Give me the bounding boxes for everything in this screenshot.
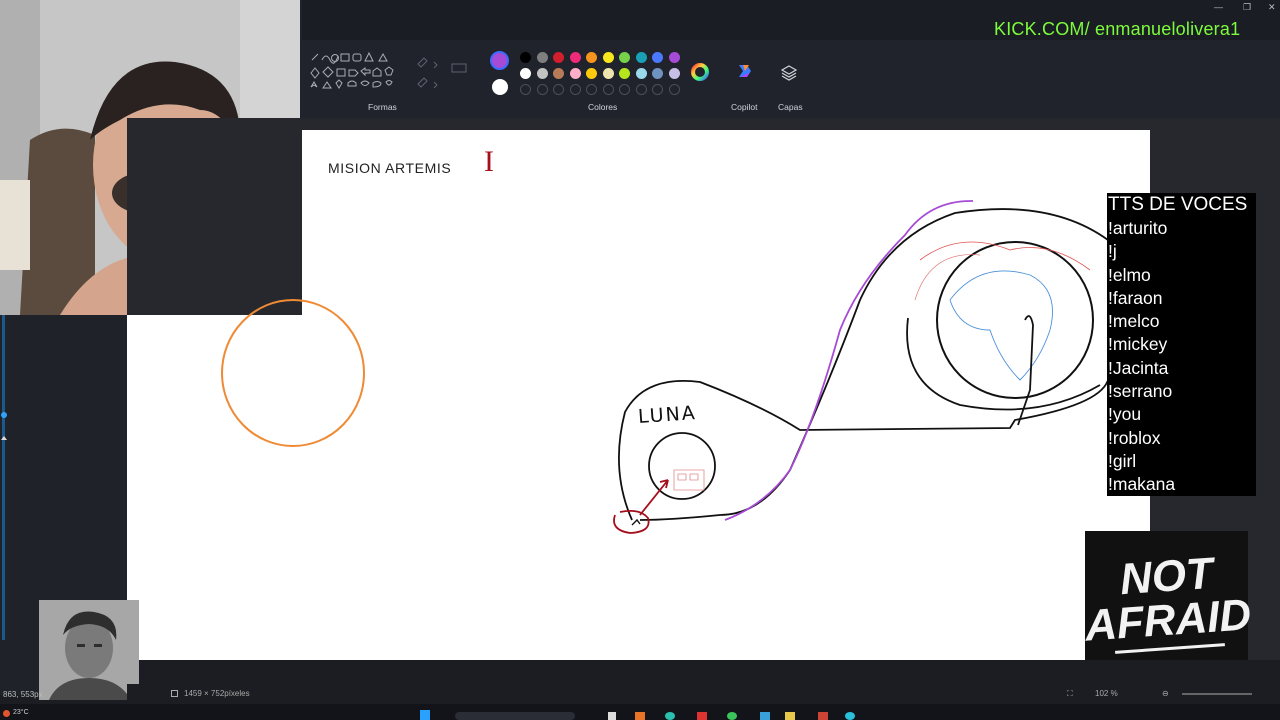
kick-url-overlay: KICK.COM/ enmanuelolivera1 <box>994 19 1241 39</box>
folder-icon[interactable] <box>785 712 795 720</box>
colors-group-label: Colores <box>588 102 618 112</box>
tts-title: TTS DE VOCES <box>1108 194 1248 215</box>
chrome-icon[interactable] <box>727 712 737 720</box>
color-swatch[interactable] <box>619 52 630 63</box>
color-swatch[interactable] <box>668 84 680 95</box>
copilot-icon[interactable] <box>735 61 755 81</box>
status-bar: 1459 × 752píxeles ⛶ 102 % ⊖ <box>127 684 1280 704</box>
weather: 23°C <box>13 709 29 716</box>
shapes-gallery[interactable] <box>306 50 406 98</box>
color-swatch[interactable] <box>553 84 564 95</box>
minimize-icon[interactable]: — <box>1214 2 1223 12</box>
mission-title-text: MISION ARTEMIS <box>328 160 452 176</box>
color-swatch[interactable] <box>635 68 647 79</box>
tts-command: !roblox <box>1108 427 1161 448</box>
mission-numeral: I <box>484 145 494 178</box>
color-swatch[interactable] <box>536 68 548 79</box>
color-swatch[interactable] <box>652 68 663 79</box>
weather-icon <box>3 710 10 717</box>
start-icon[interactable] <box>420 710 430 720</box>
mission-title: MISION ARTEMIS <box>328 160 451 176</box>
outline-fill-options[interactable] <box>414 54 474 94</box>
color-swatch[interactable] <box>536 52 548 63</box>
tts-command: !serrano <box>1108 381 1173 402</box>
fit-icon[interactable]: ⛶ <box>1067 689 1073 699</box>
color-swatch[interactable] <box>553 52 564 63</box>
color-swatch[interactable] <box>635 84 647 95</box>
color-swatch[interactable] <box>553 68 564 79</box>
canvas-size: 1459 × 752píxeles <box>184 689 250 698</box>
layers-icon[interactable] <box>781 65 797 81</box>
color-swatch[interactable] <box>668 68 680 79</box>
color-swatch[interactable] <box>520 52 531 63</box>
paint-icon[interactable] <box>845 712 855 720</box>
color-swatch[interactable] <box>635 52 647 63</box>
edge-icon[interactable] <box>665 712 675 720</box>
layers-group-label: Capas <box>778 102 803 112</box>
tts-command: !Jacinta <box>1108 357 1169 378</box>
avatar <box>39 600 139 700</box>
close-icon[interactable]: ✕ <box>1268 2 1276 13</box>
color-swatch[interactable] <box>569 68 581 79</box>
color-swatch[interactable] <box>652 52 663 63</box>
tts-command: !makana <box>1108 474 1176 495</box>
app-icon[interactable] <box>635 712 645 720</box>
tts-command: !melco <box>1108 311 1160 332</box>
primary-color-swatch[interactable] <box>490 51 509 70</box>
color-swatch[interactable] <box>520 84 531 95</box>
color-wheel-icon[interactable] <box>691 63 709 81</box>
color-swatch[interactable] <box>619 84 630 95</box>
tts-voices-panel: TTS DE VOCES !arturito !j !elmo !faraon … <box>1107 193 1256 496</box>
tts-command: !girl <box>1108 450 1137 471</box>
taskbar: 23°C <box>0 704 1280 720</box>
color-swatch[interactable] <box>536 84 548 95</box>
color-swatch[interactable] <box>569 84 581 95</box>
color-swatch[interactable] <box>602 68 614 79</box>
shapes-icon-grid[interactable] <box>306 50 406 98</box>
canvas-size-icon <box>171 690 178 697</box>
color-swatch[interactable] <box>586 52 597 63</box>
luna-label: LUNA <box>637 401 698 429</box>
drawing-canvas[interactable] <box>302 130 1150 660</box>
shapes-group-label: Formas <box>368 102 397 112</box>
not-afraid-badge: NOT AFRAID <box>1083 531 1253 660</box>
maximize-icon[interactable]: ❐ <box>1243 2 1251 13</box>
zoom-slider[interactable] <box>1182 693 1252 695</box>
tts-command: !elmo <box>1108 264 1151 285</box>
color-swatch[interactable] <box>569 52 581 63</box>
badge-line-2: AFRAID <box>1083 590 1253 651</box>
color-swatch[interactable] <box>619 68 630 79</box>
zoom-level[interactable]: 102 % <box>1095 689 1118 698</box>
color-swatch[interactable] <box>602 52 614 63</box>
color-swatch[interactable] <box>602 84 614 95</box>
app-icon[interactable] <box>760 712 770 720</box>
color-swatch[interactable] <box>668 52 680 63</box>
taskbar-search[interactable] <box>455 712 575 720</box>
color-swatch[interactable] <box>652 84 663 95</box>
secondary-color-swatch[interactable] <box>492 79 508 95</box>
color-swatch[interactable] <box>520 68 531 79</box>
taskview-icon[interactable] <box>608 712 616 720</box>
cursor-position: 863, 553px <box>3 690 43 699</box>
tts-command: !j <box>1108 241 1117 262</box>
scroll-track[interactable] <box>2 315 5 640</box>
zoom-out-icon[interactable]: ⊖ <box>1162 689 1169 698</box>
tts-command: !faraon <box>1108 287 1163 308</box>
app-icon[interactable] <box>697 712 707 720</box>
app-icon[interactable] <box>818 712 828 720</box>
tts-command: !arturito <box>1108 218 1168 238</box>
tts-command: !you <box>1108 404 1142 425</box>
canvas-left-area[interactable] <box>127 315 302 660</box>
avatar-portrait <box>39 600 139 700</box>
slider-handle-icon[interactable] <box>0 405 10 445</box>
copilot-group-label: Copilot <box>731 102 758 112</box>
tts-command: !mickey <box>1108 334 1168 355</box>
color-swatch[interactable] <box>586 68 597 79</box>
color-swatch[interactable] <box>586 84 597 95</box>
